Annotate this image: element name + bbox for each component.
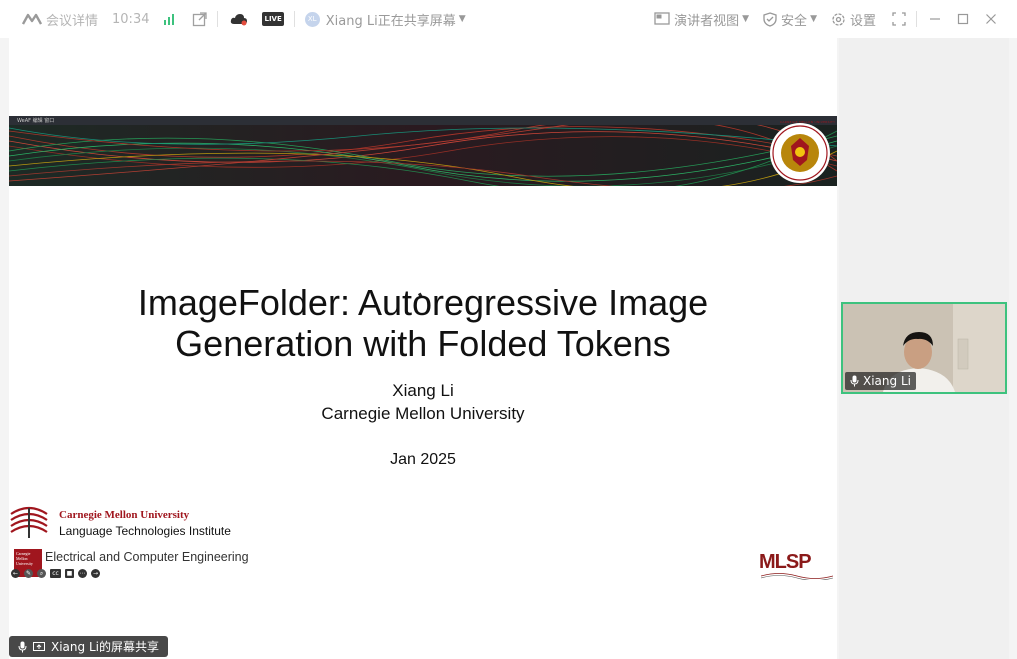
previous-slide-icon[interactable]: ← xyxy=(11,569,20,578)
chevron-down-icon: ▼ xyxy=(742,14,750,24)
meeting-details-label: 会议详情 xyxy=(46,13,99,29)
divider xyxy=(293,11,295,27)
meeting-details-button[interactable]: 会议详情 xyxy=(22,0,98,38)
network-signal-icon[interactable] xyxy=(163,0,176,38)
pop-out-icon[interactable] xyxy=(192,0,208,38)
slide-title-line-2: Generation with Folded Tokens xyxy=(175,323,671,364)
lti-org-name: Carnegie Mellon University xyxy=(59,509,190,521)
divider xyxy=(916,11,917,27)
microphone-icon xyxy=(18,641,27,652)
divider xyxy=(217,11,219,27)
more-options-icon[interactable]: ⋯ xyxy=(78,569,87,578)
slide-title: ImageFolder: Autoregressive Image Genera… xyxy=(9,282,837,364)
presenter-view-icon xyxy=(654,12,670,25)
next-slide-icon[interactable]: → xyxy=(91,569,100,578)
fullscreen-icon[interactable] xyxy=(892,0,906,38)
slide-title-line-1: ImageFolder: Autoregressive Image xyxy=(137,282,709,323)
slides-grid-icon[interactable]: ■ xyxy=(65,569,74,578)
maximize-icon[interactable] xyxy=(957,0,969,38)
banner-pattern xyxy=(9,116,837,186)
cloud-record-icon[interactable] xyxy=(230,0,248,38)
embedded-menubar-text: WeAF 编辑 窗口 xyxy=(17,118,55,124)
embedded-mac-menubar: WeAF 编辑 窗口 xyxy=(9,116,837,125)
slide-banner: WeAF 编辑 窗口 CARNEGIE MELLON UNIVERSITY xyxy=(9,116,837,186)
live-stream-button[interactable]: LIVE xyxy=(262,0,284,38)
presentation-slide: WeAF 编辑 窗口 CARNEGIE MELLON UNIVERSITY Im… xyxy=(9,38,837,583)
minimize-icon[interactable] xyxy=(929,0,941,38)
presenter-avatar: XL xyxy=(304,11,320,27)
presenter-status-label: Xiang Li正在共享屏幕 xyxy=(325,13,456,29)
screen-share-label: Xiang Li的屏幕共享 xyxy=(51,640,159,654)
mlsp-logo-graphic xyxy=(761,573,833,580)
screen-share-icon xyxy=(33,641,45,651)
settings-button[interactable]: 设置 xyxy=(831,0,876,38)
participant-video-tile[interactable]: Xiang Li xyxy=(841,302,1007,394)
screen-share-badge[interactable]: Xiang Li的屏幕共享 xyxy=(9,636,168,657)
pen-icon[interactable]: ✎ xyxy=(24,569,33,578)
participant-name-label: Xiang Li xyxy=(845,372,916,390)
microphone-icon xyxy=(850,375,859,387)
participant-name: Xiang Li xyxy=(863,374,911,388)
ece-name: Electrical and Computer Engineering xyxy=(45,550,249,564)
chevron-down-icon: ▼ xyxy=(810,14,817,24)
lti-logo-icon xyxy=(10,506,48,538)
presenter-status-button[interactable]: XL Xiang Li正在共享屏幕 ▼ xyxy=(304,0,466,38)
lti-name: Language Technologies Institute xyxy=(59,524,231,538)
gear-icon xyxy=(832,12,845,26)
slide-controls: ← ✎ ⌕ cc ■ ⋯ → xyxy=(11,569,100,578)
shield-icon xyxy=(763,11,777,27)
slide-affiliation: Carnegie Mellon University xyxy=(321,404,525,423)
meeting-time: 10:34 xyxy=(112,11,150,27)
zoom-icon[interactable]: ⌕ xyxy=(37,569,46,578)
slide-author: Xiang Li xyxy=(392,381,454,400)
security-label: 安全 xyxy=(781,13,808,29)
presenter-view-label: 演讲者视图 xyxy=(674,13,740,29)
shared-screen-area[interactable]: WeAF 编辑 窗口 CARNEGIE MELLON UNIVERSITY Im… xyxy=(9,38,837,659)
cmu-seal-icon xyxy=(770,123,830,183)
settings-label: 设置 xyxy=(849,13,876,29)
chevron-down-icon: ▼ xyxy=(458,14,466,24)
cmu-seal-text: CARNEGIE MELLON UNIVERSITY xyxy=(780,120,836,124)
subtitles-icon[interactable]: cc xyxy=(50,569,61,578)
slide-date: Jan 2025 xyxy=(390,451,456,468)
close-icon[interactable] xyxy=(985,0,997,38)
security-button[interactable]: 安全 ▼ xyxy=(763,0,817,38)
tencent-meeting-logo-icon xyxy=(22,13,42,25)
meeting-toolbar: 会议详情 10:34 LIVE XL Xiang Li正在共享屏幕 ▼ 演讲者视… xyxy=(0,0,1017,38)
live-icon: LIVE xyxy=(262,12,284,26)
presenter-view-button[interactable]: 演讲者视图 ▼ xyxy=(654,0,749,38)
